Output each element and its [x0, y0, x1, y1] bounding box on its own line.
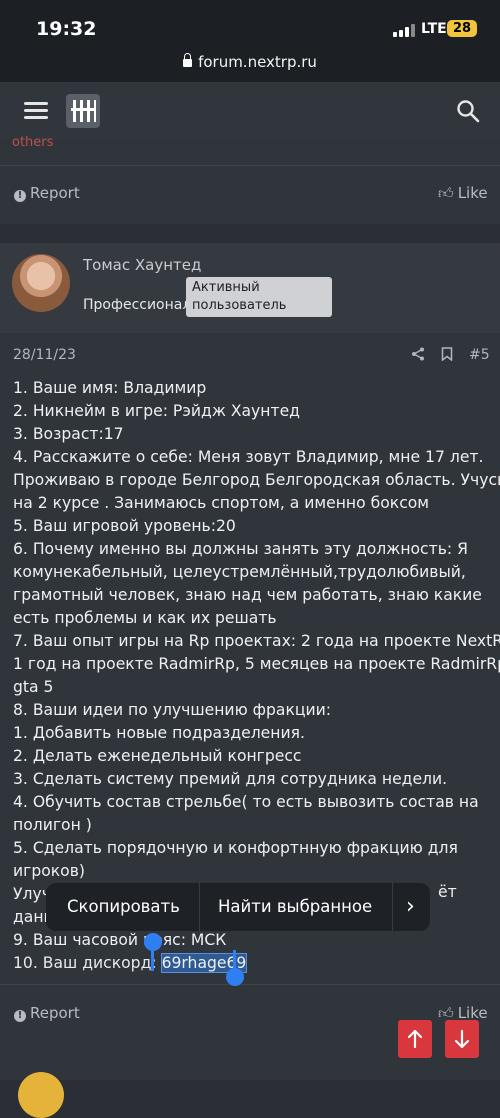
report-label: Report	[30, 184, 80, 202]
clock: 19:32	[36, 18, 97, 40]
post-date[interactable]: 28/11/23	[13, 347, 76, 363]
post-text-line: 6. Почему именно вы должны занять эту до…	[13, 540, 468, 558]
post-number[interactable]: #5	[469, 347, 490, 363]
scroll-down-button[interactable]	[445, 1020, 479, 1058]
post-text-line: 4. Обучить состав стрельбе( то есть выво…	[13, 793, 479, 811]
divider	[0, 165, 500, 166]
share-icon[interactable]	[411, 347, 425, 361]
previous-post-footer	[0, 140, 500, 224]
text-selection-context-menu: Скопировать Найти выбранное ›	[46, 883, 430, 931]
warning-icon: !	[14, 190, 26, 202]
post-text-line: 7. Ваш опыт игры на Rp проектах: 2 года …	[13, 632, 500, 650]
post-text-line: 9. Ваш часовой пояс: МСК	[13, 931, 227, 949]
post-text-line: на 2 курсе . Занимаюсь спортом, а именно…	[13, 494, 430, 512]
bookmark-icon[interactable]	[441, 347, 453, 361]
arrow-up-icon	[407, 1029, 423, 1049]
post-text-line: Проживаю в городе Белгород Белгородская …	[13, 471, 500, 489]
address-bar[interactable]: forum.nextrp.ru	[0, 53, 500, 71]
selection-start-knob[interactable]	[144, 933, 162, 951]
thumbs-up-icon: 👍︎	[438, 184, 454, 202]
next-post-preview	[0, 1064, 500, 1118]
network-type: LTE	[421, 21, 447, 37]
occluded-text-fragment: ёт	[438, 883, 457, 901]
user-badge: Активный пользователь	[186, 277, 332, 317]
post-text-line: gta 5	[13, 678, 54, 696]
post-text-line: полигон )	[13, 816, 92, 834]
cellular-signal-icon	[393, 24, 415, 37]
find-selection-menu-item[interactable]: Найти выбранное	[218, 883, 372, 931]
menu-icon[interactable]	[24, 102, 48, 120]
like-button[interactable]: 👍︎ Like	[438, 184, 488, 203]
battery-indicator: 28	[447, 20, 477, 37]
post-text-line: 2. Никнейм в игре: Рэйдж Хаунтед	[13, 402, 300, 420]
discord-line: 10. Ваш дискорд: 69rhage69	[13, 952, 248, 975]
author-name[interactable]: Томас Хаунтед	[83, 256, 201, 274]
copy-menu-item[interactable]: Скопировать	[67, 883, 180, 931]
url-text: forum.nextrp.ru	[198, 53, 317, 71]
report-button[interactable]: ! Report	[14, 1004, 80, 1022]
scroll-up-button[interactable]	[398, 1020, 432, 1058]
post-text-line: 1. Ваше имя: Владимир	[13, 379, 207, 397]
arrow-down-icon	[454, 1029, 470, 1049]
menu-separator	[392, 883, 393, 931]
avatar	[18, 1072, 64, 1118]
lock-icon	[183, 53, 193, 67]
post-body: 1. Ваше имя: Владимир 2. Никнейм в игре: …	[13, 377, 500, 952]
warning-icon: !	[14, 1010, 26, 1022]
post-text-line: комунекабельный, целеустремлённый,трудол…	[13, 563, 466, 581]
post-text-line: 4. Расскажите о себе: Меня зовут Владими…	[13, 448, 484, 466]
post-text-line: 2. Делать еженедельный конгресс	[13, 747, 302, 765]
post-text-line: 1. Добавить новые подразделения.	[13, 724, 305, 742]
post-text-line: 1 год на проекте RadmirRp, 5 месяцев на …	[13, 655, 500, 673]
post-text-line: 5. Сделать порядочную и конфортнную фрак…	[13, 839, 458, 857]
author-rank: Профессионал	[83, 297, 192, 313]
search-icon[interactable]	[456, 99, 480, 123]
site-logo[interactable]	[66, 94, 100, 128]
others-link[interactable]: others	[12, 135, 53, 150]
discord-label: 10. Ваш дискорд:	[13, 954, 162, 972]
avatar[interactable]	[12, 254, 70, 312]
post-text-line: грамотный человек, знаю над чем работать…	[13, 586, 482, 604]
more-chevron-icon[interactable]: ›	[406, 883, 415, 931]
post-text-line: 3. Сделать систему премий для сотрудника…	[13, 770, 448, 788]
post-text-line: есть проблемы и как их решать	[13, 609, 277, 627]
ios-status-bar: 19:32 LTE 28 forum.nextrp.ru	[0, 0, 500, 82]
post-text-line: 8. Ваши идеи по улучшению фракции:	[13, 701, 331, 719]
post-text-line: 5. Ваш игровой уровень:20	[13, 517, 236, 535]
forum-navbar	[0, 82, 500, 140]
divider	[0, 984, 500, 985]
menu-separator	[199, 883, 200, 931]
report-button[interactable]: ! Report	[14, 184, 80, 202]
selection-end-knob[interactable]	[226, 968, 244, 986]
post-text-line: 3. Возраст:17	[13, 425, 124, 443]
post-text-line: игроков)	[13, 862, 85, 880]
like-label: Like	[457, 184, 488, 202]
report-label: Report	[30, 1004, 80, 1022]
